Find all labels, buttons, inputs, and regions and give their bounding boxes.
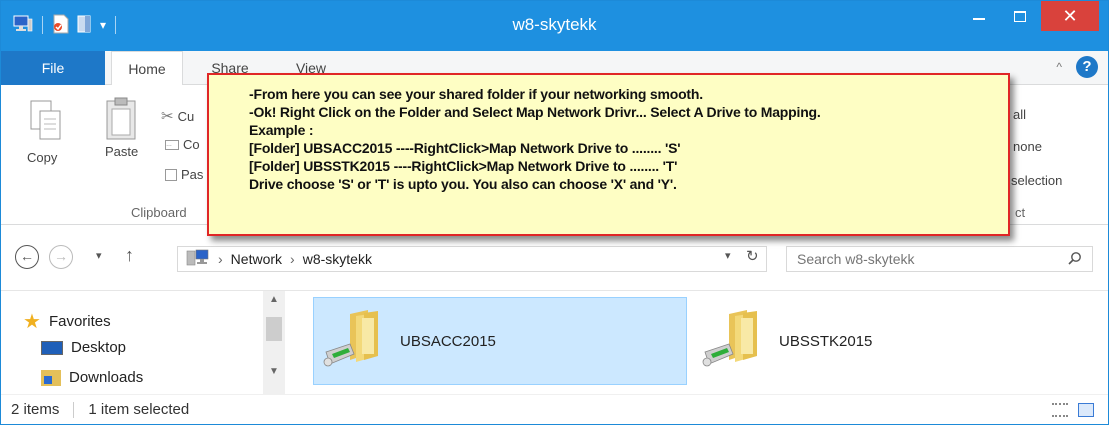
selection-count: 1 item selected — [88, 401, 190, 418]
forward-icon: → — [49, 245, 73, 269]
shared-folder-icon — [320, 304, 386, 378]
paste-shortcut-button[interactable]: Pas — [165, 167, 203, 182]
copy-label: Copy — [27, 150, 58, 165]
nav-item-label: Downloads — [69, 369, 144, 386]
search-icon[interactable] — [1068, 251, 1082, 268]
status-bar: 2 items 1 item selected — [1, 394, 1108, 424]
downloads-icon — [41, 369, 61, 386]
details-view-icon[interactable] — [1052, 403, 1068, 417]
help-icon[interactable]: ? — [1076, 56, 1098, 78]
invert-selection-button[interactable]: selection — [1011, 173, 1062, 188]
desktop-icon — [41, 340, 63, 355]
minimize-icon — [973, 18, 985, 20]
help-area: ^ ? — [1056, 56, 1098, 78]
folder-name: UBSACC2015 — [400, 332, 496, 350]
shared-folder-icon — [699, 304, 765, 378]
content-area: ★ Favorites Desktop Downloads ▲ ▼ UBSACC… — [1, 291, 1108, 394]
folder-name: UBSSTK2015 — [779, 332, 873, 350]
callout-line: [Folder] UBSSTK2015 ----RightClick>Map N… — [249, 158, 678, 174]
address-bar[interactable]: › Network › w8-skytekk — [177, 246, 767, 272]
paste-shortcut-label: Pas — [181, 167, 204, 182]
callout-line: [Folder] UBSACC2015 ----RightClick>Map N… — [249, 140, 681, 156]
copy-button[interactable]: Copy — [27, 97, 63, 165]
search-box — [786, 246, 1093, 272]
copy-path-icon: … — [165, 139, 179, 150]
navigation-pane: ★ Favorites Desktop Downloads ▲ ▼ — [1, 291, 291, 394]
paste-shortcut-icon — [165, 168, 177, 181]
close-icon: ✕ — [1062, 5, 1078, 26]
item-count: 2 items — [11, 401, 60, 418]
paste-button[interactable]: Paste — [101, 97, 141, 159]
view-switcher — [1052, 403, 1094, 417]
nav-item-desktop[interactable]: Desktop — [41, 339, 126, 356]
breadcrumb-network[interactable]: Network — [231, 251, 282, 267]
nav-scrollbar[interactable]: ▲ ▼ — [263, 291, 285, 394]
select-none-button[interactable]: none — [1013, 139, 1042, 154]
maximize-icon — [1014, 10, 1026, 22]
cut-label: Cu — [177, 108, 195, 124]
back-icon: ← — [15, 245, 39, 269]
instruction-callout: -From here you can see your shared folde… — [207, 73, 1010, 236]
large-icons-view-icon[interactable] — [1078, 403, 1094, 417]
back-button[interactable]: ← — [15, 245, 39, 269]
maximize-button[interactable] — [1001, 1, 1039, 31]
clipboard-group-label: Clipboard — [131, 205, 187, 220]
forward-button[interactable]: → — [49, 245, 73, 269]
breadcrumb-separator: › — [218, 251, 223, 267]
breadcrumb-separator: › — [290, 251, 295, 267]
scroll-down-button[interactable]: ▼ — [263, 363, 285, 381]
cut-button[interactable]: ✂ Cu — [161, 107, 194, 125]
breadcrumb-w8-skytekk[interactable]: w8-skytekk — [303, 251, 372, 267]
scissors-icon: ✂ — [161, 108, 174, 125]
status-separator — [73, 401, 75, 418]
nav-item-label: Favorites — [48, 313, 111, 330]
tab-file[interactable]: File — [1, 51, 105, 85]
star-icon: ★ — [23, 311, 41, 333]
folder-tile-ubsstk2015[interactable]: UBSSTK2015 — [693, 297, 1073, 385]
scroll-up-button[interactable]: ▲ — [263, 291, 285, 309]
nav-item-downloads[interactable]: Downloads — [41, 369, 143, 386]
paste-icon — [106, 97, 136, 140]
close-button[interactable]: ✕ — [1041, 1, 1099, 31]
minimize-button[interactable] — [959, 1, 999, 31]
copy-path-button[interactable]: … Co — [165, 137, 200, 152]
copy-icon — [30, 100, 61, 140]
refresh-button[interactable]: ↻ — [746, 247, 759, 265]
window-title: w8-skytekk — [512, 15, 597, 34]
address-dropdown-button[interactable]: ▾ — [725, 249, 731, 262]
folder-tile-ubsacc2015[interactable]: UBSACC2015 — [313, 297, 687, 385]
select-group-label: ct — [1015, 205, 1026, 220]
recent-locations-button[interactable]: ▾ — [96, 249, 102, 262]
title-bar: ▾ w8-skytekk ✕ — [1, 1, 1108, 51]
callout-line: Example : — [249, 122, 314, 138]
select-all-button[interactable]: all — [1013, 107, 1026, 122]
tab-home[interactable]: Home — [111, 51, 183, 86]
nav-item-favorites[interactable]: ★ Favorites — [23, 309, 111, 334]
search-input[interactable] — [797, 251, 1037, 267]
up-button[interactable]: ↑ — [125, 245, 134, 266]
callout-line: -Ok! Right Click on the Folder and Selec… — [249, 104, 821, 120]
copy-path-label: Co — [183, 137, 200, 152]
paste-label: Paste — [105, 144, 139, 159]
network-icon — [186, 249, 210, 270]
scroll-thumb[interactable] — [266, 317, 282, 341]
expand-ribbon-icon[interactable]: ^ — [1056, 60, 1062, 74]
nav-item-label: Desktop — [71, 339, 127, 356]
callout-line: -From here you can see your shared folde… — [249, 86, 703, 102]
callout-line: Drive choose 'S' or 'T' is upto you. You… — [249, 176, 677, 192]
